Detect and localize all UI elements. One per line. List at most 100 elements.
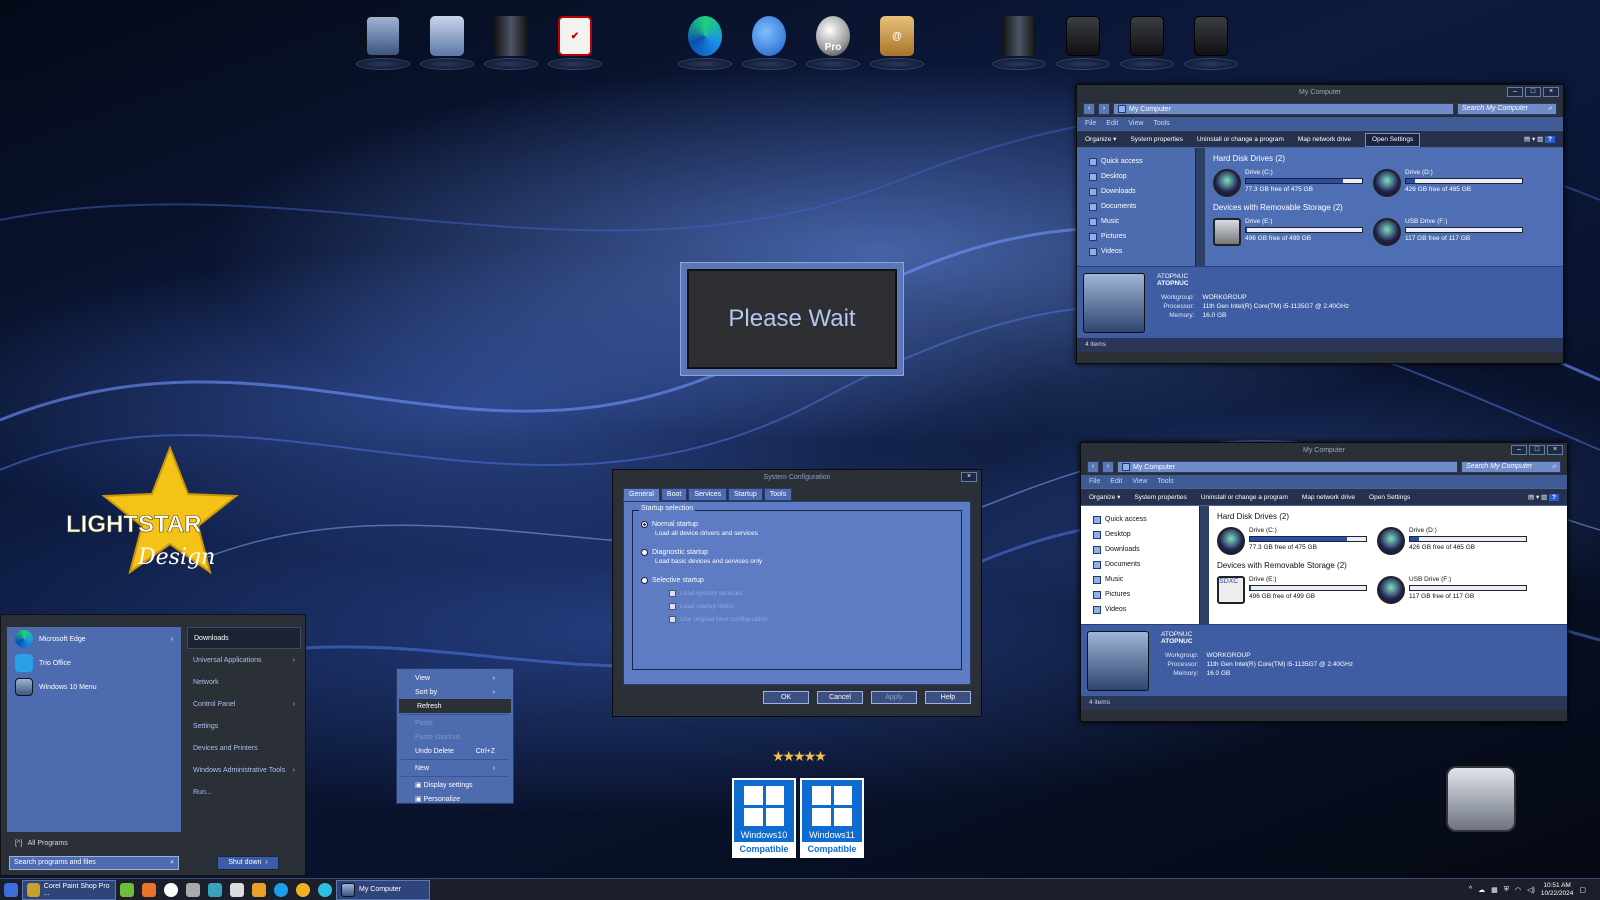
start-link-run[interactable]: Run... xyxy=(187,781,301,803)
dock-pro[interactable]: Pro xyxy=(804,14,862,70)
taskbar-app-paintshop[interactable]: Corel Paint Shop Pro ... xyxy=(22,879,116,900)
organize-button[interactable]: Organize ▾ xyxy=(1089,489,1120,505)
back-button[interactable]: ‹ xyxy=(1087,461,1099,473)
dock-address-book[interactable]: @ xyxy=(868,14,926,70)
tab-services[interactable]: Services xyxy=(688,488,728,501)
load-startup-checkbox[interactable]: Load startup items xyxy=(669,603,953,610)
nav-downloads[interactable]: Downloads xyxy=(1093,542,1199,557)
search-input[interactable]: Search My Computer ⌕ xyxy=(1457,103,1557,115)
cloud-tray-icon[interactable]: ☁ xyxy=(1478,886,1485,894)
forward-button[interactable]: › xyxy=(1098,103,1110,115)
ctx-paste[interactable]: Paste xyxy=(397,716,513,730)
forward-button[interactable]: › xyxy=(1102,461,1114,473)
address-bar[interactable]: My Computer xyxy=(1117,461,1458,473)
dock-my-computer[interactable] xyxy=(354,14,412,70)
dock-disk-3[interactable] xyxy=(1182,14,1240,70)
clock[interactable]: 10:51 AM 10/22/2024 xyxy=(1541,882,1574,898)
address-bar[interactable]: My Computer xyxy=(1113,103,1454,115)
menu-file[interactable]: File xyxy=(1089,475,1100,488)
ctx-paste-shortcut[interactable]: Paste shortcut xyxy=(397,730,513,744)
ok-button[interactable]: OK xyxy=(763,691,809,704)
view-options-icon[interactable]: ▤ ▾ ▥ ? xyxy=(1528,489,1559,505)
nav-pictures[interactable]: Pictures xyxy=(1093,587,1199,602)
minimize-button[interactable]: – xyxy=(1507,87,1523,97)
nav-downloads[interactable]: Downloads xyxy=(1089,184,1195,199)
close-button[interactable]: × xyxy=(1543,87,1559,97)
close-button[interactable]: × xyxy=(1547,445,1563,455)
nav-videos[interactable]: Videos xyxy=(1093,602,1199,617)
chevron-up-icon[interactable]: ^ xyxy=(1469,886,1472,893)
menu-edit[interactable]: Edit xyxy=(1106,117,1118,130)
start-link-devices[interactable]: Devices and Printers xyxy=(187,737,301,759)
original-boot-checkbox[interactable]: Use original boot configuration xyxy=(669,616,953,623)
taskbar-icon-2[interactable] xyxy=(138,880,160,900)
nav-videos[interactable]: Videos xyxy=(1089,244,1195,259)
tab-tools[interactable]: Tools xyxy=(763,488,793,501)
diagnostic-startup-radio[interactable]: Diagnostic startup xyxy=(641,549,953,556)
ctx-undo[interactable]: Undo Delete Ctrl+Z xyxy=(397,744,513,758)
menu-view[interactable]: View xyxy=(1128,117,1143,130)
dock-checklist[interactable]: ✔ xyxy=(546,14,604,70)
maximize-button[interactable]: □ xyxy=(1525,87,1541,97)
start-button[interactable] xyxy=(0,880,22,900)
ctx-sort[interactable]: Sort by › xyxy=(397,685,513,699)
back-button[interactable]: ‹ xyxy=(1083,103,1095,115)
drive-f[interactable]: USB Drive (F:) 117 GB free of 117 GB xyxy=(1377,576,1527,604)
nav-music[interactable]: Music xyxy=(1089,214,1195,229)
view-options-icon[interactable]: ▤ ▾ ▥ ? xyxy=(1524,131,1555,147)
uninstall-button[interactable]: Uninstall or change a program xyxy=(1197,131,1284,147)
nav-pictures[interactable]: Pictures xyxy=(1089,229,1195,244)
nav-quick-access[interactable]: Quick access xyxy=(1093,512,1199,527)
start-search-input[interactable]: Search programs and files ⌕ xyxy=(9,856,179,870)
start-link-control-panel[interactable]: Control Panel › xyxy=(187,693,301,715)
ctx-refresh[interactable]: Refresh xyxy=(399,699,511,713)
tab-boot[interactable]: Boot xyxy=(660,488,688,501)
shutdown-button[interactable]: Shut down › xyxy=(217,856,279,870)
drive-e[interactable]: SDXC Drive (E:) 496 GB free of 499 GB xyxy=(1217,576,1367,604)
taskbar-icon-6[interactable] xyxy=(226,880,248,900)
start-link-settings[interactable]: Settings xyxy=(187,715,301,737)
tab-startup[interactable]: Startup xyxy=(728,488,763,501)
nav-scrollbar[interactable] xyxy=(1199,506,1209,624)
recycle-bin-icon[interactable] xyxy=(1446,766,1516,832)
taskbar-icon-1[interactable] xyxy=(116,880,138,900)
nav-scrollbar[interactable] xyxy=(1195,148,1205,266)
dock-disk-1[interactable] xyxy=(1054,14,1112,70)
open-settings-button[interactable]: Open Settings xyxy=(1365,133,1421,147)
menu-file[interactable]: File xyxy=(1085,117,1096,130)
tab-general[interactable]: General xyxy=(623,488,660,501)
taskbar-icon-7[interactable] xyxy=(248,880,270,900)
nav-documents[interactable]: Documents xyxy=(1093,557,1199,572)
start-item-win10-menu[interactable]: Windows 10 Menu xyxy=(7,675,181,699)
organize-button[interactable]: Organize ▾ xyxy=(1085,131,1116,147)
taskbar-icon-8[interactable] xyxy=(270,880,292,900)
start-link-network[interactable]: Network xyxy=(187,671,301,693)
nav-documents[interactable]: Documents xyxy=(1089,199,1195,214)
drive-c[interactable]: Drive (C:) 77.3 GB free of 475 GB xyxy=(1217,527,1367,555)
menu-tools[interactable]: Tools xyxy=(1157,475,1173,488)
open-settings-button[interactable]: Open Settings xyxy=(1369,489,1410,505)
ctx-display-settings[interactable]: ▣ Display settings xyxy=(397,778,513,792)
close-button[interactable]: × xyxy=(961,472,977,482)
shield-tray-icon[interactable]: ⛨ xyxy=(1504,886,1509,894)
taskbar-icon-5[interactable] xyxy=(204,880,226,900)
dock-drive-tower[interactable] xyxy=(482,14,540,70)
start-item-edge[interactable]: Microsoft Edge › xyxy=(7,627,181,651)
start-link-admin-tools[interactable]: Windows Administrative Tools › xyxy=(187,759,301,781)
system-properties-button[interactable]: System properties xyxy=(1134,489,1186,505)
map-drive-button[interactable]: Map network drive xyxy=(1298,131,1351,147)
dock-thunderbird[interactable] xyxy=(740,14,798,70)
drive-d[interactable]: Drive (D:) 426 GB free of 465 GB xyxy=(1377,527,1527,555)
menu-tools[interactable]: Tools xyxy=(1153,117,1169,130)
menu-edit[interactable]: Edit xyxy=(1110,475,1122,488)
nav-music[interactable]: Music xyxy=(1093,572,1199,587)
taskbar-icon-4[interactable] xyxy=(182,880,204,900)
start-link-downloads[interactable]: Downloads xyxy=(187,627,301,649)
map-drive-button[interactable]: Map network drive xyxy=(1302,489,1355,505)
start-item-trio-office[interactable]: Trio Office xyxy=(7,651,181,675)
minimize-button[interactable]: – xyxy=(1511,445,1527,455)
uninstall-button[interactable]: Uninstall or change a program xyxy=(1201,489,1288,505)
notification-icon[interactable]: ▢ xyxy=(1579,886,1586,894)
nav-quick-access[interactable]: Quick access xyxy=(1089,154,1195,169)
dock-disk-2[interactable] xyxy=(1118,14,1176,70)
